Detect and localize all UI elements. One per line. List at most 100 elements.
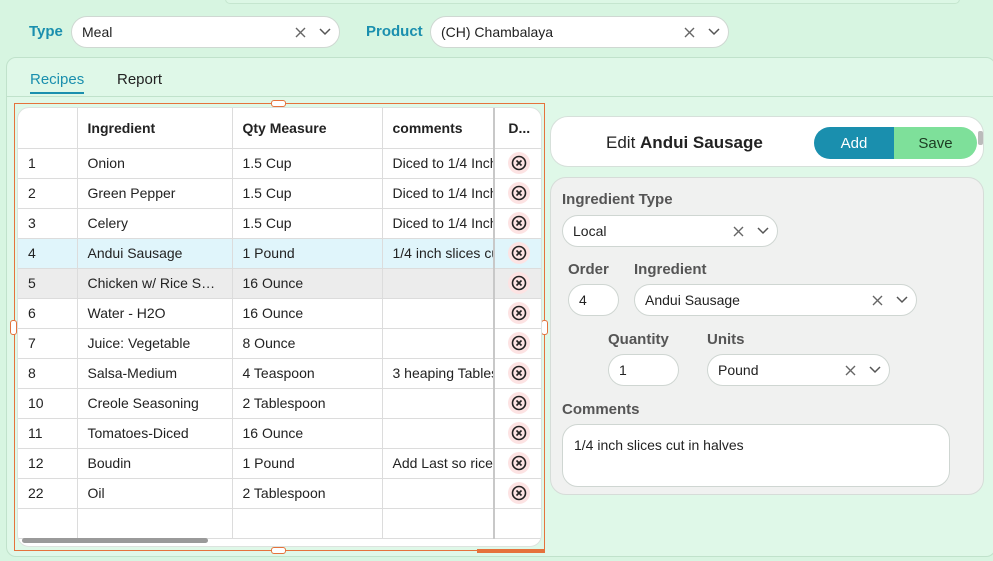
order-input[interactable]: 4: [568, 284, 619, 316]
cell-order[interactable]: 4: [18, 238, 78, 269]
cell-comments[interactable]: 1/4 inch slices cut in halves: [382, 238, 495, 269]
add-button[interactable]: Add: [814, 127, 894, 159]
quantity-input[interactable]: 1: [608, 354, 679, 386]
cell-ingredient[interactable]: Water - H2O: [77, 298, 233, 329]
cell-comments[interactable]: Diced to 1/4 Inch: [382, 178, 495, 209]
ingredient-select[interactable]: Andui Sausage: [634, 284, 917, 316]
ingredient-type-select[interactable]: Local: [562, 215, 778, 247]
cell-order[interactable]: 1: [18, 148, 78, 179]
chevron-down-icon[interactable]: [861, 366, 889, 374]
delete-circle-x-icon[interactable]: [508, 242, 531, 264]
units-select[interactable]: Pound: [707, 354, 890, 386]
cell-qty-measure[interactable]: 2 Tablespoon: [232, 478, 383, 509]
table-row[interactable]: 5 Chicken w/ Rice Soup 16 Ounce: [18, 268, 541, 299]
clear-icon[interactable]: [289, 27, 311, 38]
cell-comments[interactable]: Diced to 1/4 Inch: [382, 148, 495, 179]
table-row[interactable]: 10 Creole Seasoning 2 Tablespoon: [18, 388, 541, 419]
delete-circle-x-icon[interactable]: [508, 332, 531, 354]
delete-circle-x-icon[interactable]: [508, 212, 531, 234]
column-header-delete[interactable]: D...: [493, 108, 541, 149]
clear-icon[interactable]: [678, 27, 700, 38]
delete-circle-x-icon[interactable]: [508, 302, 531, 324]
cell-ingredient[interactable]: Andui Sausage: [77, 238, 233, 269]
cell-order[interactable]: 6: [18, 298, 78, 329]
chevron-down-icon[interactable]: [700, 28, 728, 36]
cell-comments[interactable]: Diced to 1/4 Inch: [382, 208, 495, 239]
delete-circle-x-icon[interactable]: [508, 272, 531, 294]
product-select[interactable]: (CH) Chambalaya: [430, 16, 729, 48]
column-header-qty-measure[interactable]: Qty Measure: [232, 108, 383, 149]
column-header-ingredient[interactable]: Ingredient: [77, 108, 233, 149]
cell-qty-measure[interactable]: 1.5 Cup: [232, 178, 383, 209]
cell-ingredient[interactable]: Creole Seasoning: [77, 388, 233, 419]
delete-circle-x-icon[interactable]: [508, 422, 531, 444]
cell-qty-measure[interactable]: 1.5 Cup: [232, 148, 383, 179]
delete-circle-x-icon[interactable]: [508, 392, 531, 414]
cell-order[interactable]: 8: [18, 358, 78, 389]
resize-handle-top[interactable]: [271, 100, 286, 107]
cell-qty-measure[interactable]: 1 Pound: [232, 238, 383, 269]
chevron-down-icon[interactable]: [311, 28, 339, 36]
cell-order[interactable]: 22: [18, 478, 78, 509]
delete-circle-x-icon[interactable]: [508, 152, 531, 174]
save-button[interactable]: Save: [894, 127, 977, 159]
clear-icon[interactable]: [727, 226, 749, 237]
chevron-down-icon[interactable]: [749, 227, 777, 235]
cell-ingredient[interactable]: Juice: Vegetable: [77, 328, 233, 359]
tab-report[interactable]: Report: [117, 71, 162, 88]
cell-comments[interactable]: [382, 478, 495, 509]
table-row[interactable]: 3 Celery 1.5 Cup Diced to 1/4 Inch: [18, 208, 541, 239]
cell-qty-measure[interactable]: 2 Tablespoon: [232, 388, 383, 419]
cell-comments[interactable]: [382, 388, 495, 419]
cell-comments[interactable]: [382, 298, 495, 329]
chevron-down-icon[interactable]: [888, 296, 916, 304]
cell-ingredient[interactable]: Chicken w/ Rice Soup: [77, 268, 233, 299]
scroll-thumb[interactable]: [978, 131, 983, 145]
table-row[interactable]: 7 Juice: Vegetable 8 Ounce: [18, 328, 541, 359]
cell-ingredient[interactable]: Salsa-Medium: [77, 358, 233, 389]
table-row[interactable]: 11 Tomatoes-Diced 16 Ounce: [18, 418, 541, 449]
table-row[interactable]: 6 Water - H2O 16 Ounce: [18, 298, 541, 329]
resize-handle-left[interactable]: [10, 320, 17, 335]
cell-qty-measure[interactable]: 1 Pound: [232, 448, 383, 479]
cell-order[interactable]: 5: [18, 268, 78, 299]
cell-comments[interactable]: 3 heaping Tablespoons: [382, 358, 495, 389]
cell-ingredient[interactable]: Green Pepper: [77, 178, 233, 209]
cell-order[interactable]: 7: [18, 328, 78, 359]
clear-icon[interactable]: [866, 295, 888, 306]
cell-qty-measure[interactable]: 16 Ounce: [232, 298, 383, 329]
cell-qty-measure[interactable]: 16 Ounce: [232, 268, 383, 299]
cell-order[interactable]: 2: [18, 178, 78, 209]
cell-order[interactable]: 10: [18, 388, 78, 419]
table-row[interactable]: 8Salsa-Medium4 Teaspoon3 heaping Tablesp…: [18, 358, 541, 389]
comments-textarea[interactable]: 1/4 inch slices cut in halves: [562, 424, 950, 487]
table-row[interactable]: 12 Boudin 1 Pound Add Last so rice: [18, 448, 541, 479]
delete-circle-x-icon[interactable]: [508, 452, 531, 474]
delete-circle-x-icon[interactable]: [508, 182, 531, 204]
cell-ingredient[interactable]: Oil: [77, 478, 233, 509]
cell-qty-measure[interactable]: 16 Ounce: [232, 418, 383, 449]
cell-ingredient[interactable]: Boudin: [77, 448, 233, 479]
table-row[interactable]: 1 Onion 1.5 Cup Diced to 1/4 Inch: [18, 148, 541, 179]
table-row[interactable]: 22 Oil 2 Tablespoon: [18, 478, 541, 509]
cell-qty-measure[interactable]: 1.5 Cup: [232, 208, 383, 239]
column-header-order[interactable]: [18, 108, 78, 149]
cell-qty-measure[interactable]: 4 Teaspoon: [232, 358, 383, 389]
cell-comments[interactable]: [382, 268, 495, 299]
clear-icon[interactable]: [839, 365, 861, 376]
cell-qty-measure[interactable]: 8 Ounce: [232, 328, 383, 359]
resize-handle-bottom[interactable]: [271, 547, 286, 554]
horizontal-scrollbar[interactable]: [22, 538, 208, 543]
delete-circle-x-icon[interactable]: [508, 362, 531, 384]
cell-order[interactable]: 3: [18, 208, 78, 239]
cell-ingredient[interactable]: Celery: [77, 208, 233, 239]
table-row[interactable]: 4Andui Sausage1 Pound1/4 inch slices cut…: [18, 238, 541, 269]
type-select[interactable]: Meal: [71, 16, 340, 48]
cell-comments[interactable]: Add Last so rice: [382, 448, 495, 479]
delete-circle-x-icon[interactable]: [508, 482, 531, 504]
cell-comments[interactable]: [382, 328, 495, 359]
resize-handle-right[interactable]: [541, 320, 548, 335]
column-header-comments[interactable]: comments: [382, 108, 495, 149]
tab-recipes[interactable]: Recipes: [30, 71, 85, 94]
cell-ingredient[interactable]: Tomatoes-Diced: [77, 418, 233, 449]
